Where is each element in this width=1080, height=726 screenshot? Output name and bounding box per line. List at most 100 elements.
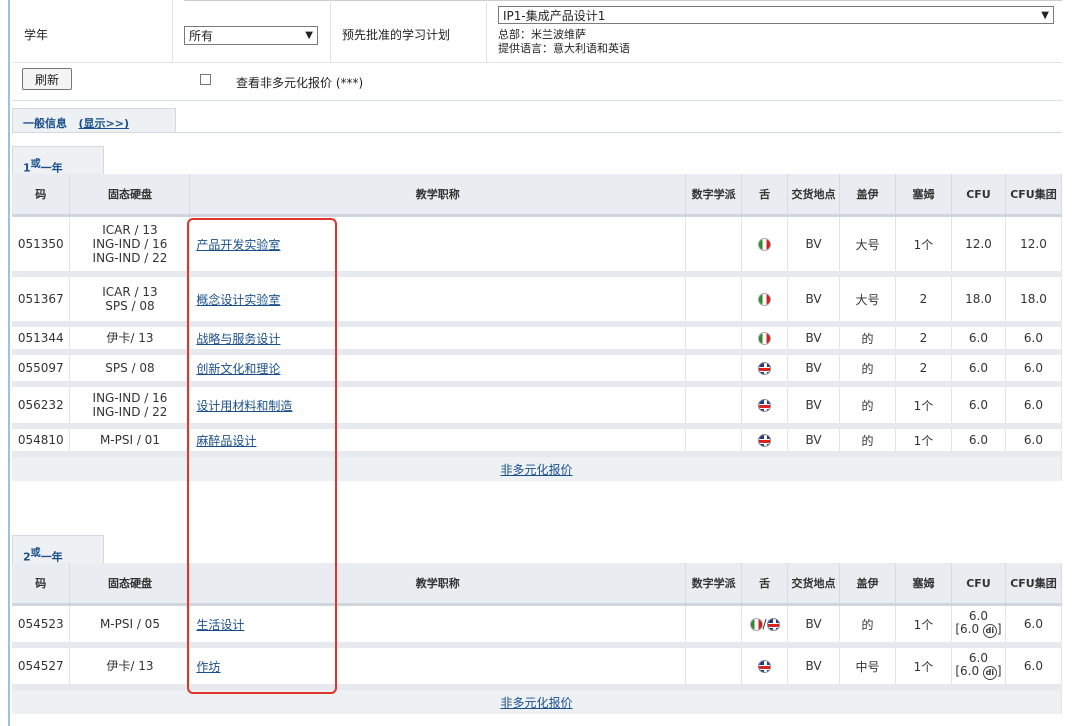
col-header-digital: 数字学派 [685, 563, 743, 606]
course-code: 054527 [12, 645, 71, 690]
course-semester: 1个 [895, 384, 952, 429]
col-header-place: 交货地点 [787, 174, 841, 217]
course-code: 056232 [12, 384, 71, 429]
cfu-value: 6.0 [968, 397, 988, 412]
course-title-cell: 设计用材料和制造 [189, 384, 687, 429]
non-diversified-offers-link[interactable]: 非多元化报价 [500, 696, 572, 710]
course-title-link[interactable]: 生活设计 [196, 618, 244, 632]
filter-panel: 学年 所有 ▼ 预先批准的学习计划 IP1-集成产品设计1 ▼ 总部：米兰波维萨… [12, 0, 1062, 101]
course-title-cell: 麻醉品设计 [189, 426, 687, 457]
english-flag-icon [758, 362, 772, 375]
course-digital [685, 384, 743, 429]
course-gai: 的 [839, 324, 896, 355]
general-info-toggle-link[interactable]: (显示>>) [79, 117, 130, 130]
col-header-semester: 塞姆 [895, 563, 952, 606]
course-language [741, 384, 789, 429]
table-row: 051344 伊卡/ 13 战略与服务设计 BV 的 2 6.0 6.0 [12, 324, 1063, 355]
di-badge-icon: di [982, 666, 997, 680]
cfu-detail-value: [6.0 [955, 664, 983, 678]
year-2-course-table: 码 固态硬盘 教学职称 数字学派 舌 交货地点 盖伊 塞姆 CFU CFU集团 … [12, 563, 1063, 714]
course-code: 051350 [12, 215, 71, 277]
col-header-place: 交货地点 [787, 563, 841, 606]
course-cfu: 6.0 [6.0 di] [951, 645, 1006, 690]
col-header-title: 教学职称 [189, 563, 687, 606]
italian-flag-icon [758, 293, 772, 306]
col-header-cfu: CFU [951, 174, 1006, 217]
course-cfu-group: 6.0 [1005, 604, 1063, 648]
ssd-code: M-PSI / 05 [99, 617, 160, 631]
tab-year-2[interactable]: 2或一年 [12, 535, 104, 564]
non-diversified-label: 查看非多元化报价 (***) [236, 76, 364, 90]
course-title-link[interactable]: 战略与服务设计 [196, 332, 280, 346]
course-place: BV [787, 274, 841, 327]
course-title-cell: 战略与服务设计 [189, 324, 687, 355]
course-code: 055097 [12, 352, 71, 387]
footer-cell: 非多元化报价 [12, 687, 1062, 714]
refresh-button[interactable]: 刷新 [22, 68, 72, 90]
course-cfu-group: 6.0 [1005, 352, 1063, 387]
course-title-cell: 生活设计 [189, 604, 687, 648]
course-ssd: SPS / 08 [69, 352, 191, 387]
ssd-code: ICAR / 13 [102, 223, 158, 237]
course-cfu-group: 18.0 [1005, 274, 1063, 327]
course-semester: 1个 [895, 604, 952, 648]
course-place: BV [787, 324, 841, 355]
col-header-language: 舌 [741, 174, 789, 217]
course-gai: 的 [839, 426, 896, 457]
table-footer-row: 非多元化报价 [12, 454, 1062, 481]
col-header-cfu-group: CFU集团 [1005, 563, 1063, 606]
course-digital [685, 645, 743, 690]
course-gai: 大号 [839, 274, 896, 327]
study-plan-label: 预先批准的学习计划 [342, 28, 451, 42]
academic-year-select[interactable]: 所有 ▼ [184, 26, 318, 45]
filter-col-divider [172, 0, 173, 62]
course-digital [685, 324, 743, 355]
cfu-detail: [6.0 di] [955, 622, 1002, 638]
col-header-gai: 盖伊 [839, 563, 896, 606]
course-title-link[interactable]: 作坊 [196, 660, 220, 674]
col-header-cfu-group: CFU集团 [1005, 174, 1063, 217]
cfu-value: 12.0 [965, 236, 992, 251]
course-cfu-group: 6.0 [1005, 426, 1063, 457]
tab-year-1[interactable]: 1或一年 [12, 146, 104, 175]
col-header-language: 舌 [741, 563, 789, 606]
course-cfu: 6.0 [951, 384, 1006, 429]
ssd-code: ING-IND / 22 [92, 251, 168, 265]
tab-underline [12, 132, 1062, 133]
course-place: BV [787, 215, 841, 277]
footer-cell: 非多元化报价 [12, 454, 1062, 481]
course-code: 051367 [12, 274, 71, 327]
col-header-ssd: 固态硬盘 [69, 174, 191, 217]
course-place: BV [787, 604, 841, 648]
course-title-link[interactable]: 设计用材料和制造 [196, 399, 292, 413]
academic-year-label: 学年 [24, 28, 49, 42]
tab-general-info[interactable]: 一般信息 (显示>>) [12, 108, 176, 132]
course-title-link[interactable]: 麻醉品设计 [196, 434, 256, 448]
col-header-code: 码 [12, 563, 71, 606]
non-diversified-checkbox[interactable] [200, 74, 211, 85]
english-flag-icon [766, 618, 780, 631]
di-badge-icon: di [982, 624, 997, 638]
course-gai: 的 [839, 604, 896, 648]
course-title-cell: 产品开发实验室 [189, 215, 687, 277]
course-title-link[interactable]: 概念设计实验室 [196, 293, 280, 307]
course-cfu: 12.0 [951, 215, 1006, 277]
course-ssd: 伊卡/ 13 [69, 645, 191, 690]
course-digital [685, 426, 743, 457]
ssd-code: ING-IND / 16 [92, 391, 168, 405]
ssd-code: M-PSI / 01 [99, 433, 160, 447]
course-title-link[interactable]: 创新文化和理论 [196, 362, 280, 376]
italian-flag-icon [758, 238, 772, 251]
ssd-code: ING-IND / 16 [92, 237, 168, 251]
course-title-link[interactable]: 产品开发实验室 [196, 238, 280, 252]
non-diversified-offers-link[interactable]: 非多元化报价 [500, 463, 572, 477]
course-cfu: 6.0 [951, 324, 1006, 355]
study-plan-select[interactable]: IP1-集成产品设计1 ▼ [498, 6, 1054, 24]
course-title-cell: 作坊 [189, 645, 687, 690]
course-code: 054523 [12, 604, 71, 648]
chevron-down-icon: ▼ [305, 30, 313, 41]
course-place: BV [787, 384, 841, 429]
course-semester: 2 [895, 274, 952, 327]
col-header-code: 码 [12, 174, 71, 217]
year-1-course-table: 码 固态硬盘 教学职称 数字学派 舌 交货地点 盖伊 塞姆 CFU CFU集团 … [12, 174, 1063, 481]
